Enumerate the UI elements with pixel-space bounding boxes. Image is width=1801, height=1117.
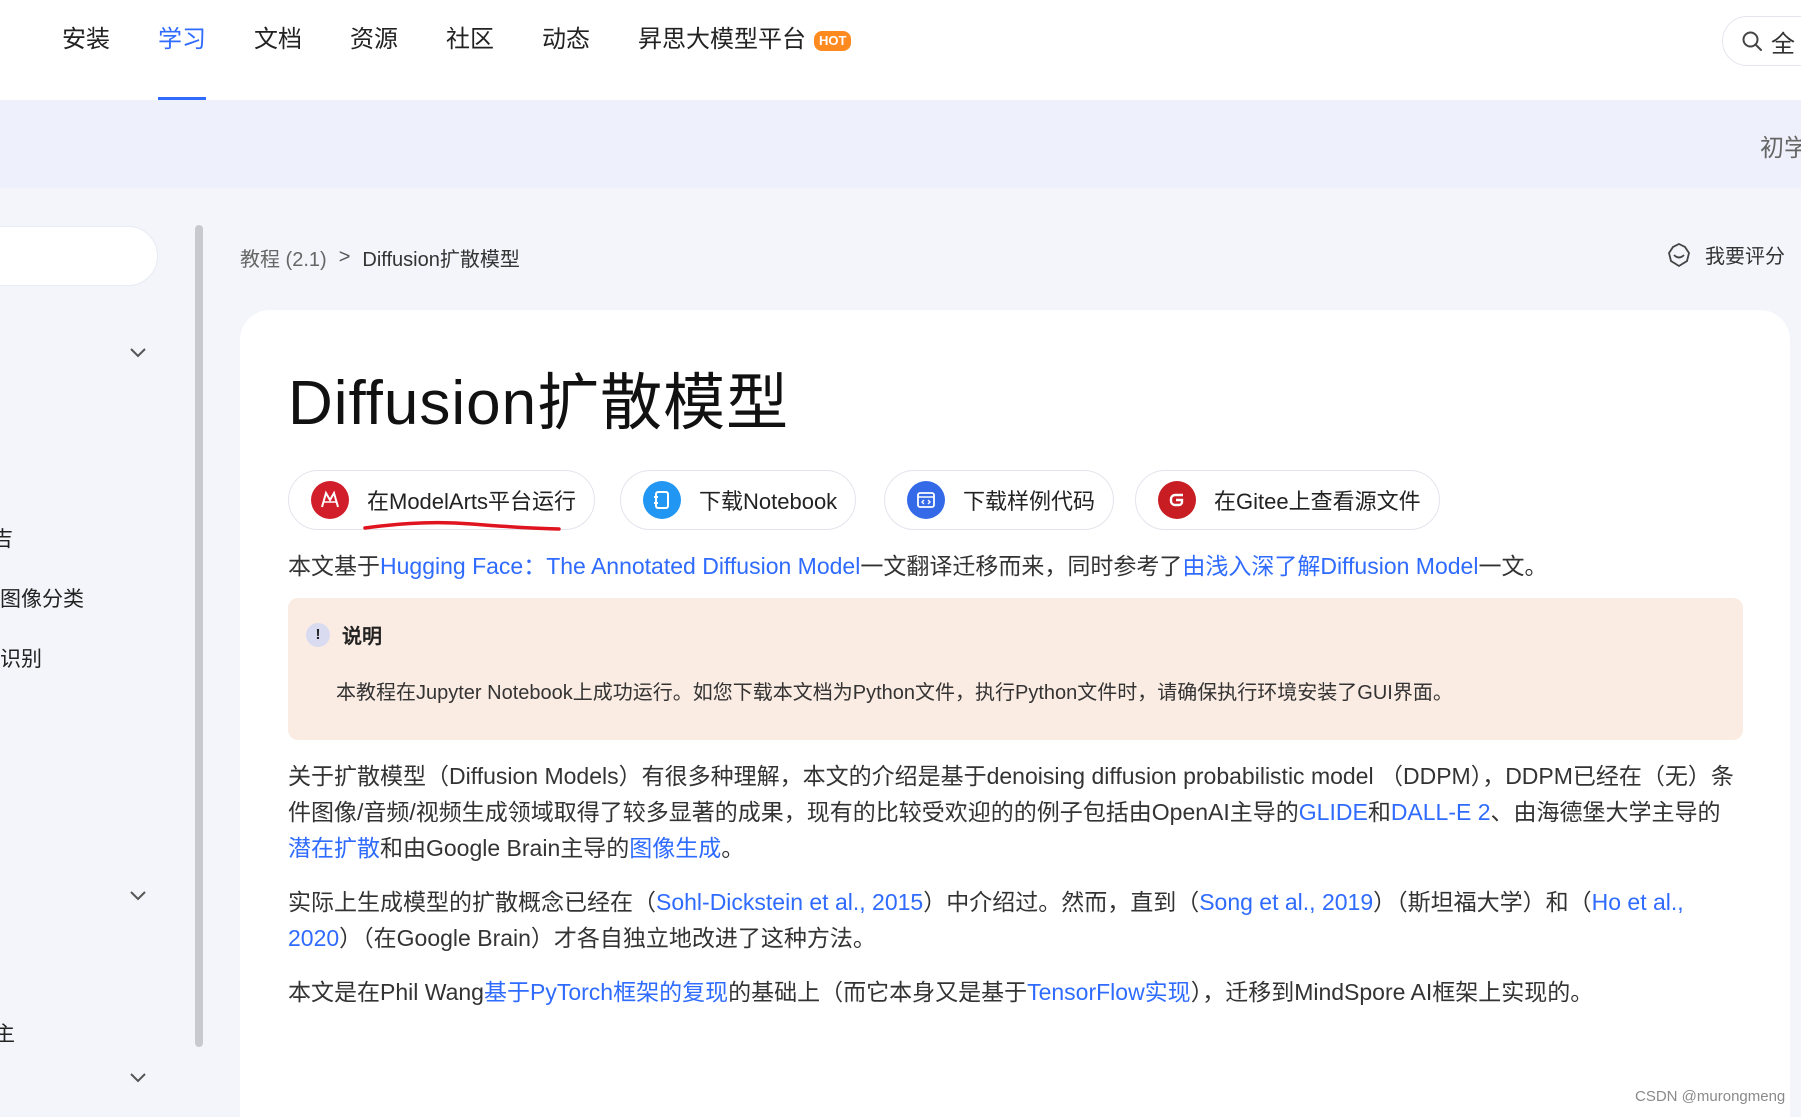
paragraph-text: ）中介绍过。然而，直到（: [923, 889, 1200, 915]
link-dalle2[interactable]: DALL-E 2: [1391, 799, 1491, 825]
link-annotated-diffusion[interactable]: Hugging Face：The Annotated Diffusion Mod…: [380, 553, 860, 579]
paragraph-ddpm: 关于扩散模型（Diffusion Models）有很多种理解，本文的介绍是基于d…: [288, 758, 1743, 866]
level-tab[interactable]: 初学: [1760, 128, 1801, 163]
rating-icon: [1668, 242, 1690, 267]
link-latent-diffusion[interactable]: 潜在扩散: [288, 835, 380, 861]
modelarts-icon: [311, 481, 349, 519]
sidebar-item-recognition[interactable]: 识别: [0, 643, 42, 673]
paragraph-text: 、由海德堡大学主导的: [1490, 799, 1721, 825]
breadcrumb-separator: >: [338, 246, 351, 268]
link-song[interactable]: Song et al., 2019: [1199, 889, 1373, 915]
paragraph-source: 本文是在Phil Wang基于PyTorch框架的复现的基础上（而它本身又是基于…: [288, 974, 1743, 1010]
sidebar-scrollbar[interactable]: [195, 225, 203, 1047]
paragraph-text: 和由Google Brain主导的: [380, 835, 630, 861]
paragraph-history: 实际上生成模型的扩散概念已经在（Sohl-Dickstein et al., 2…: [288, 884, 1743, 956]
nav-item-docs[interactable]: 文档: [254, 0, 302, 100]
sidebar-search-input[interactable]: [0, 226, 158, 286]
paragraph-text: 。: [721, 835, 745, 861]
sidebar: 吉 图像分类 识别 主: [0, 188, 200, 1117]
notebook-icon: [643, 481, 681, 519]
link-tensorflow-implementation[interactable]: TensorFlow实现: [1027, 979, 1191, 1005]
breadcrumb-parent[interactable]: 教程 (2.1): [240, 243, 327, 272]
link-diffusion-intro[interactable]: 由浅入深了解Diffusion Model: [1182, 553, 1478, 579]
nav-menu: 安装 学习 文档 资源 社区 动态 昇思大模型平台 HOT: [62, 0, 899, 100]
download-sample-code-button[interactable]: 下载样例代码: [884, 470, 1115, 530]
sidebar-item-partial-2[interactable]: 主: [0, 1018, 15, 1048]
chevron-down-icon[interactable]: [126, 1065, 150, 1089]
link-pytorch-implementation[interactable]: 基于PyTorch框架的复现: [484, 979, 728, 1005]
code-icon: [907, 481, 945, 519]
article-card: Diffusion扩散模型 在ModelArts平台运行 下载Notebook …: [240, 310, 1790, 1117]
paragraph-text: 的基础上（而它本身又是基于: [728, 979, 1028, 1005]
chevron-down-icon[interactable]: [126, 340, 150, 364]
intro-text: 一文。: [1478, 553, 1548, 579]
note-box: ! 说明 本教程在Jupyter Notebook上成功运行。如您下载本文档为P…: [288, 598, 1743, 740]
breadcrumb-current: Diffusion扩散模型: [362, 249, 520, 271]
watermark: CSDN @murongmeng: [1635, 1088, 1786, 1105]
note-heading-label: 说明: [342, 626, 382, 648]
hot-badge: HOT: [814, 31, 852, 51]
nav-item-model-platform[interactable]: 昇思大模型平台 HOT: [638, 0, 852, 100]
nav-item-news[interactable]: 动态: [542, 0, 590, 100]
info-icon: !: [306, 622, 330, 647]
red-underline-annotation: [363, 520, 561, 531]
gitee-icon: [1158, 481, 1196, 519]
download-notebook-label: 下载Notebook: [699, 489, 838, 514]
intro-text: 本文基于: [288, 553, 380, 579]
rate-label: 我要评分: [1705, 246, 1785, 268]
search-icon: [1742, 31, 1762, 51]
rate-button[interactable]: 我要评分: [1665, 240, 1785, 269]
sidebar-item-image-classification[interactable]: 图像分类: [0, 583, 84, 613]
note-heading: ! 说明: [306, 620, 382, 649]
nav-item-install[interactable]: 安装: [62, 0, 110, 100]
paragraph-text: ）（斯坦福大学）和（: [1373, 889, 1592, 915]
search-placeholder: 全: [1771, 30, 1795, 58]
download-notebook-button[interactable]: 下载Notebook: [620, 470, 857, 530]
top-navbar: 安装 学习 文档 资源 社区 动态 昇思大模型平台 HOT 全: [0, 0, 1801, 100]
paragraph-text: 和: [1367, 799, 1391, 825]
link-image-generation[interactable]: 图像生成: [629, 835, 721, 861]
paragraph-text: ）（在Google Brain）才各自独立地改进了这种方法。: [339, 925, 876, 951]
view-on-gitee-button[interactable]: 在Gitee上查看源文件: [1135, 470, 1440, 530]
chevron-down-icon[interactable]: [126, 883, 150, 907]
nav-item-resources[interactable]: 资源: [350, 0, 398, 100]
page-banner: 初学: [0, 100, 1801, 188]
nav-item-learn[interactable]: 学习: [158, 0, 206, 100]
link-sohl-dickstein[interactable]: Sohl-Dickstein et al., 2015: [656, 889, 923, 915]
paragraph-text: 本文是在Phil Wang: [288, 979, 484, 1005]
intro-text: 一文翻译迁移而来，同时参考了: [860, 553, 1183, 579]
search-input[interactable]: 全: [1722, 16, 1801, 66]
run-on-modelarts-label: 在ModelArts平台运行: [367, 489, 577, 514]
nav-item-community[interactable]: 社区: [446, 0, 494, 100]
paragraph-text: 实际上生成模型的扩散概念已经在（: [288, 889, 656, 915]
paragraph-text: ），迁移到MindSpore AI框架上实现的。: [1190, 979, 1594, 1005]
download-sample-code-label: 下载样例代码: [963, 489, 1096, 514]
view-on-gitee-label: 在Gitee上查看源文件: [1214, 489, 1421, 514]
sidebar-item-partial[interactable]: 吉: [0, 523, 13, 553]
page-title: Diffusion扩散模型: [288, 369, 790, 438]
link-glide[interactable]: GLIDE: [1299, 799, 1368, 825]
note-body: 本教程在Jupyter Notebook上成功运行。如您下载本文档为Python…: [336, 682, 1453, 704]
breadcrumb: 教程 (2.1) > Diffusion扩散模型: [240, 243, 520, 272]
intro-paragraph: 本文基于Hugging Face：The Annotated Diffusion…: [288, 548, 1743, 584]
